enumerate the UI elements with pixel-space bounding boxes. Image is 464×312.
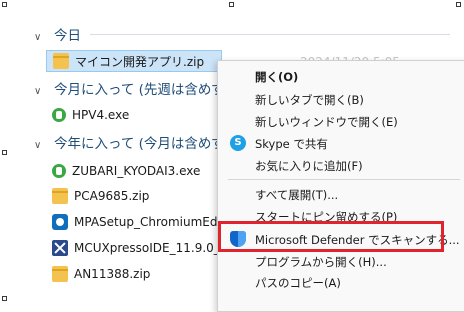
group-header-this-year[interactable]: ∨ 今年に入って (今月は含めず — [34, 132, 225, 152]
file-explorer-window: ∨今日 マイコン開発アプリ.zip 2024/11/20 5:05 ∨今月に入っ… — [0, 0, 464, 312]
menu-item-extract-all[interactable]: すべて展開(T)... — [218, 184, 464, 204]
menu-item-label: 開く(O) — [255, 70, 299, 84]
mcuxpresso-icon — [52, 240, 68, 256]
file-row[interactable]: MPASetup_ChromiumEdge.e — [46, 211, 244, 233]
installer-icon — [52, 164, 66, 178]
zip-folder-icon — [52, 266, 68, 282]
resize-handle-top-center[interactable] — [229, 2, 234, 7]
menu-item-open-new-tab[interactable]: 新しいタブで開く(B) — [218, 89, 464, 109]
file-row[interactable]: MCUXpressoIDE_11.9.0_2144 — [46, 237, 250, 259]
chevron-down-icon[interactable]: ∨ — [34, 140, 46, 151]
file-name: HPV4.exe — [72, 108, 130, 122]
group-header-label: 今日 — [54, 28, 81, 44]
file-row[interactable]: HPV4.exe — [46, 104, 226, 126]
resize-handle-top-right[interactable] — [456, 2, 461, 7]
group-header-this-month[interactable]: ∨ 今月に入って (先週は含めず — [34, 78, 225, 98]
file-name: マイコン開発アプリ.zip — [75, 54, 205, 69]
menu-item-label: Skype で共有 — [255, 137, 328, 151]
group-header-today[interactable]: ∨ 今日 — [34, 24, 81, 44]
zip-folder-icon — [52, 188, 68, 204]
resize-handle-bottom-left[interactable] — [2, 296, 7, 301]
resize-handle-middle-left[interactable] — [2, 150, 7, 155]
menu-item-skype-share[interactable]: S Skype で共有 — [218, 133, 464, 153]
menu-item-label: 新しいウィンドウで開く(E) — [255, 115, 398, 129]
menu-item-open-with[interactable]: プログラムから開く(H)... — [218, 251, 464, 271]
menu-item-open-new-window[interactable]: 新しいウィンドウで開く(E) — [218, 111, 464, 131]
file-row[interactable]: AN11388.zip — [46, 263, 226, 285]
resize-handle-top-left[interactable] — [2, 2, 7, 7]
file-name: ZUBARI_KYODAI3.exe — [72, 164, 201, 178]
menu-separator — [228, 179, 460, 180]
file-row[interactable]: PCA9685.zip — [46, 185, 226, 207]
group-divider — [90, 34, 450, 35]
chevron-down-icon[interactable]: ∨ — [34, 86, 46, 97]
group-header-label: 今年に入って (今月は含めず — [54, 136, 225, 152]
menu-item-label: 新しいタブで開く(B) — [255, 93, 364, 107]
skype-icon: S — [230, 135, 246, 151]
zip-folder-icon — [53, 53, 69, 69]
edge-setup-icon — [52, 214, 68, 230]
file-row[interactable]: ZUBARI_KYODAI3.exe — [46, 160, 226, 182]
annotation-highlight-box — [218, 221, 444, 252]
menu-item-label: パスのコピー(A) — [255, 276, 341, 290]
context-menu: 開く(O) 新しいタブで開く(B) 新しいウィンドウで開く(E) S Skype… — [217, 60, 464, 312]
menu-item-label: お気に入りに追加(F) — [255, 159, 363, 173]
menu-item-label: プログラムから開く(H)... — [255, 255, 387, 269]
group-header-label: 今月に入って (先週は含めず — [54, 82, 225, 98]
file-name: AN11388.zip — [74, 267, 151, 281]
menu-item-copy-path[interactable]: パスのコピー(A) — [218, 272, 464, 292]
menu-item-open[interactable]: 開く(O) — [218, 66, 464, 86]
installer-icon — [52, 108, 66, 122]
menu-item-add-favorites[interactable]: お気に入りに追加(F) — [218, 155, 464, 175]
chevron-down-icon[interactable]: ∨ — [34, 32, 46, 43]
file-name: PCA9685.zip — [74, 189, 150, 203]
file-row[interactable]: マイコン開発アプリ.zip — [46, 50, 222, 72]
menu-item-label: すべて展開(T)... — [255, 188, 339, 202]
